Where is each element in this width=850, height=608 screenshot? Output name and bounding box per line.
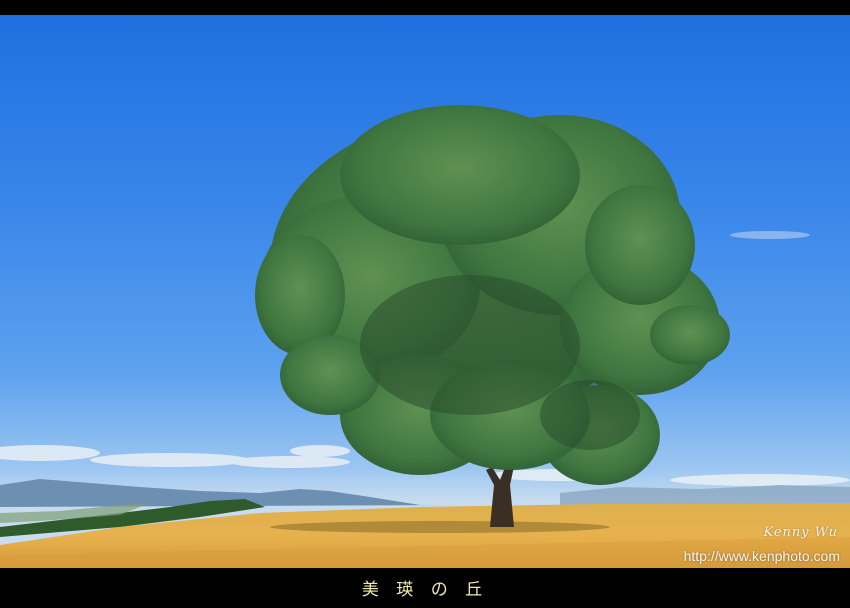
photo-caption: 美 瑛 の 丘: [361, 580, 489, 600]
photo-frame: Kenny Wu http://www.kenphoto.com 美 瑛 の 丘: [0, 0, 850, 608]
photographer-signature: Kenny Wu: [763, 525, 838, 540]
landscape-photo: Kenny Wu http://www.kenphoto.com: [0, 15, 850, 568]
tree-shadow: [270, 521, 610, 533]
landscape-scene: [0, 105, 850, 568]
watermark-url: http://www.kenphoto.com: [683, 548, 840, 564]
